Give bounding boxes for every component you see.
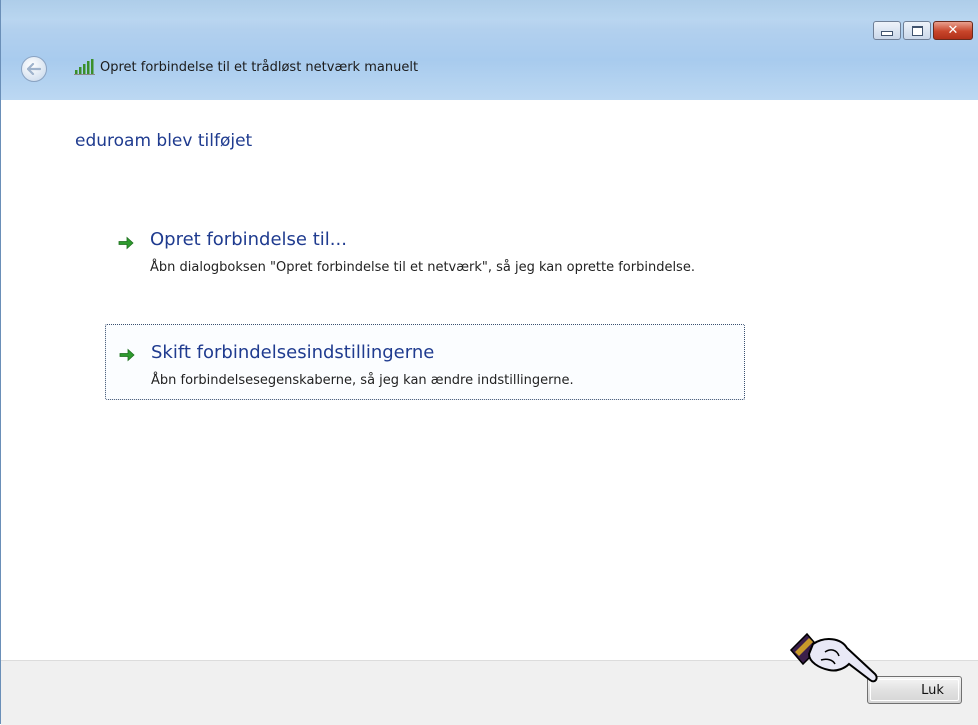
window-frame-top [1, 0, 978, 20]
minimize-icon [881, 31, 893, 36]
connect-to-title-text: Opret forbindelse til... [150, 229, 347, 250]
close-window-button[interactable]: ✕ [933, 21, 973, 40]
pointing-hand-cursor-icon [789, 632, 878, 683]
close-button-label: Luk [921, 683, 944, 698]
change-settings-description: Åbn forbindelsesegenskaberne, så jeg kan… [151, 373, 574, 388]
wireless-signal-icon [74, 59, 95, 75]
green-arrow-icon [118, 236, 134, 250]
connect-to-command-link[interactable]: Opret forbindelse til... Åbn dialogbokse… [105, 225, 745, 297]
connect-to-title: Opret forbindelse til... [150, 229, 347, 250]
connect-to-description: Åbn dialogboksen "Opret forbindelse til … [150, 260, 695, 275]
close-icon: ✕ [947, 23, 959, 38]
caption-buttons: ✕ [873, 21, 973, 40]
change-settings-title: Skift forbindelsesindstillingerne [151, 342, 435, 363]
minimize-button[interactable] [873, 21, 901, 40]
green-arrow-icon [119, 348, 135, 362]
change-settings-command-link[interactable]: Skift forbindelsesindstillingerne Åbn fo… [105, 324, 745, 400]
window-title: Opret forbindelse til et trådløst netvær… [100, 60, 419, 75]
back-arrow-icon [27, 63, 41, 75]
dialog-window: ✕ Opret forbindelse til et trådløst netv… [0, 0, 978, 725]
page-heading: eduroam blev tilføjet [75, 131, 253, 151]
maximize-button[interactable] [903, 21, 931, 40]
title-bar: ✕ Opret forbindelse til et trådløst netv… [1, 0, 978, 100]
maximize-icon [911, 25, 923, 36]
back-button[interactable] [21, 56, 47, 82]
